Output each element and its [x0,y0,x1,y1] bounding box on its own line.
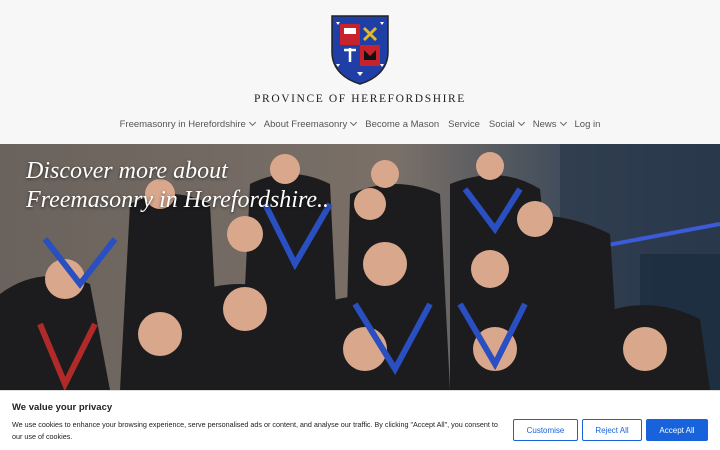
cookie-consent-banner: We value your privacy We use cookies to … [0,390,720,450]
cookie-title: We value your privacy [12,402,113,413]
chevron-down-icon [350,118,358,127]
nav-label: About Freemasonry [263,118,348,130]
accept-all-button[interactable]: Accept All [646,419,708,441]
site-title[interactable]: PROVINCE OF HEREFORDSHIRE [0,93,720,105]
hero-banner: Discover more about Freemasonry in Heref… [0,144,720,390]
nav-label: Social [488,118,515,130]
nav-item-become-a-mason[interactable]: Become a Mason [365,119,439,130]
main-nav: Freemasonry in Herefordshire About Freem… [0,116,720,132]
nav-item-about-freemasonry[interactable]: About Freemasonry [263,118,358,130]
hero-heading-line-1: Discover more about [26,158,228,184]
nav-label: Freemasonry in Herefordshire [119,118,246,130]
nav-label: Log in [574,118,601,130]
coat-of-arms-icon[interactable] [330,14,390,86]
chevron-down-icon [559,118,567,127]
nav-label: News [532,118,557,130]
reject-all-button[interactable]: Reject All [582,419,642,441]
nav-item-news[interactable]: News [532,118,567,130]
nav-label: Become a Mason [365,118,440,130]
nav-item-social[interactable]: Social [488,118,525,130]
cookie-text: We use cookies to enhance your browsing … [12,420,498,441]
nav-item-freemasonry-in-herefordshire[interactable]: Freemasonry in Herefordshire [119,118,256,130]
chevron-down-icon [517,118,525,127]
hero-heading-line-2: Freemasonry in Herefordshire.. [26,187,330,213]
nav-item-service[interactable]: Service [448,119,480,130]
nav-item-log-in[interactable]: Log in [575,119,601,130]
customise-button[interactable]: Customise [513,419,578,441]
nav-label: Service [448,118,480,130]
hero-heading: Discover more about Freemasonry in Heref… [26,157,329,215]
chevron-down-icon [248,118,256,127]
site-header: PROVINCE OF HEREFORDSHIRE Freemasonry in… [0,0,720,144]
